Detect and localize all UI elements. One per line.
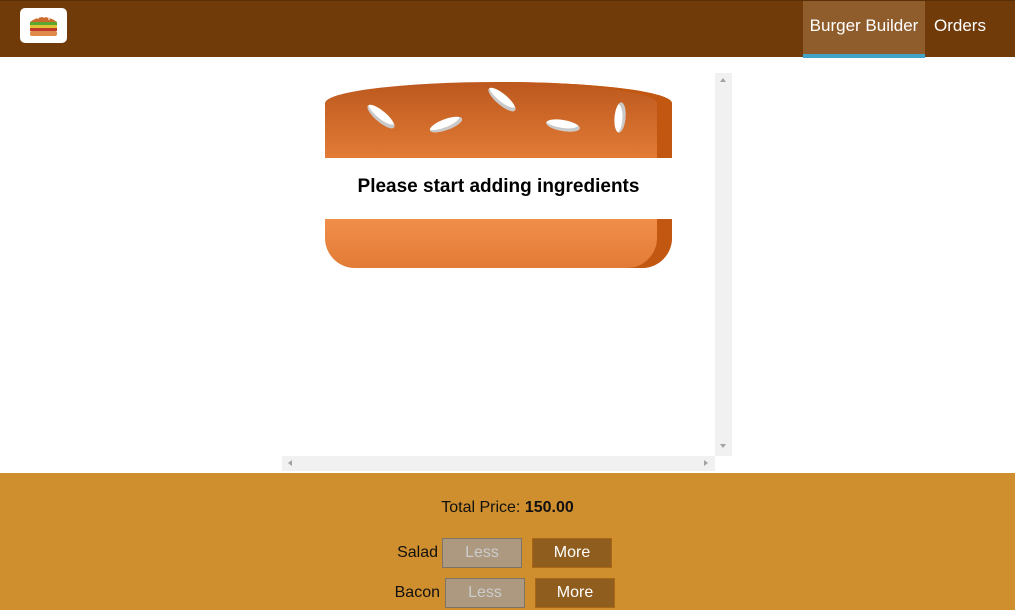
- burger-logo-icon: [30, 16, 57, 36]
- total-price: Total Price: 150.00: [0, 499, 1015, 517]
- scroll-up-arrow-icon[interactable]: [720, 78, 726, 82]
- seed: [485, 84, 519, 115]
- ingredient-label-salad: Salad: [397, 544, 438, 561]
- ingredient-label-bacon: Bacon: [394, 584, 440, 601]
- more-bacon-button[interactable]: More: [535, 578, 615, 608]
- total-price-label: Total Price:: [441, 499, 521, 516]
- seed: [364, 101, 398, 132]
- less-bacon-button[interactable]: Less: [445, 578, 525, 608]
- vertical-scrollbar[interactable]: [715, 73, 732, 456]
- scroll-left-arrow-icon[interactable]: [288, 460, 292, 466]
- less-salad-button[interactable]: Less: [442, 538, 522, 568]
- more-salad-button[interactable]: More: [532, 538, 612, 568]
- scroll-right-arrow-icon[interactable]: [704, 460, 708, 466]
- logo[interactable]: [20, 8, 67, 43]
- build-controls: Total Price: 150.00 Salad Less More Baco…: [0, 473, 1015, 610]
- seed: [613, 102, 627, 133]
- bread-top: [325, 82, 672, 158]
- bread-bottom: [325, 219, 672, 268]
- total-price-value: 150.00: [524, 499, 574, 516]
- nav-burger-builder[interactable]: Burger Builder: [803, 1, 925, 58]
- seed: [545, 117, 581, 134]
- nav-orders[interactable]: Orders: [925, 1, 995, 58]
- scroll-down-arrow-icon[interactable]: [720, 444, 726, 448]
- start-adding-message: Please start adding ingredients: [357, 176, 640, 197]
- toolbar: Burger Builder Orders: [0, 0, 1015, 58]
- horizontal-scrollbar[interactable]: [282, 456, 715, 471]
- build-control-salad: Salad Less More: [0, 538, 1015, 568]
- seed: [428, 113, 464, 136]
- build-control-bacon: Bacon Less More: [0, 578, 1015, 608]
